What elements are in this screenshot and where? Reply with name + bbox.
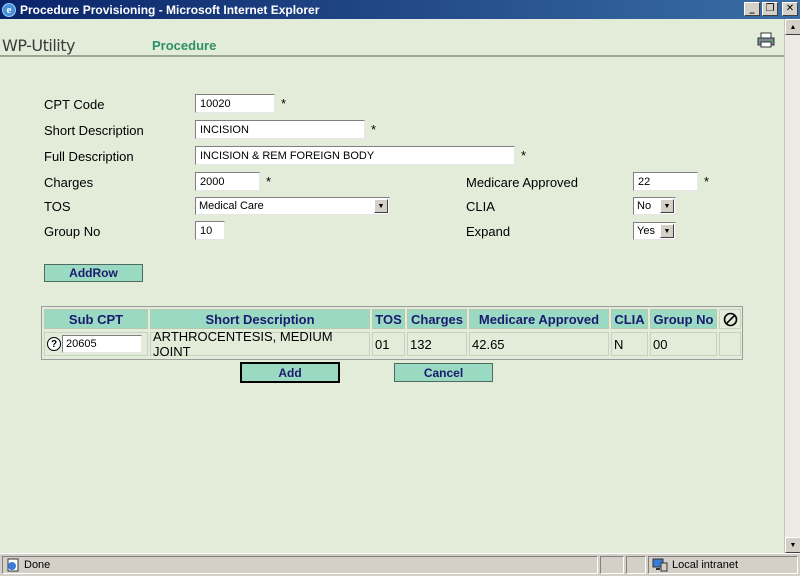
minimize-icon[interactable]: _: [744, 2, 760, 16]
column-header: Group No: [650, 309, 717, 329]
sub-cpt-input[interactable]: 20605: [62, 335, 142, 353]
vertical-scrollbar[interactable]: ▲ ▼: [784, 19, 800, 553]
clia-value: No: [637, 200, 652, 212]
section-title: Procedure: [152, 38, 217, 53]
expand-select[interactable]: Yes ▼: [633, 222, 676, 240]
cpt-code-input[interactable]: 10020: [195, 94, 275, 113]
column-header: Medicare Approved: [469, 309, 609, 329]
window-title: Procedure Provisioning - Microsoft Inter…: [20, 2, 320, 17]
table-cell: N: [611, 332, 648, 356]
help-icon[interactable]: ?: [47, 337, 61, 351]
required-marker: *: [371, 122, 377, 137]
required-marker: *: [281, 96, 287, 111]
status-panel: [600, 556, 624, 574]
group-no-label: Group No: [44, 224, 101, 239]
print-icon[interactable]: [757, 32, 775, 48]
group-no-input[interactable]: 10: [195, 221, 225, 240]
app-name: WP-Utility: [2, 36, 75, 55]
page-header: WP-Utility Procedure: [0, 19, 784, 57]
table-cell: 42.65: [469, 332, 609, 356]
table-cell: ARTHROCENTESIS, MEDIUM JOINT: [150, 329, 370, 359]
short-description-input[interactable]: INCISION: [195, 120, 365, 139]
table-cell: 01: [372, 332, 405, 356]
charges-label: Charges: [44, 175, 94, 190]
cancel-button[interactable]: Cancel: [394, 363, 493, 382]
intranet-icon: [652, 558, 668, 572]
ie-icon: e: [2, 2, 16, 17]
sub-cpt-table: Sub CPT Short Description TOS Charges Me…: [41, 306, 743, 360]
expand-value: Yes: [637, 225, 655, 237]
tos-label: TOS: [44, 199, 71, 214]
zone-cell: Local intranet: [648, 556, 798, 574]
page-icon: [7, 558, 19, 572]
clia-label: CLIA: [466, 199, 495, 214]
medicare-approved-input[interactable]: 22: [633, 172, 698, 191]
full-description-label: Full Description: [44, 149, 134, 164]
column-header: CLIA: [611, 309, 648, 329]
cpt-code-label: CPT Code: [44, 97, 105, 112]
scroll-down-icon[interactable]: ▼: [785, 537, 800, 553]
column-header: Short Description: [150, 309, 370, 329]
required-marker: *: [521, 148, 527, 163]
short-description-label: Short Description: [44, 123, 144, 138]
add-row-button[interactable]: AddRow: [44, 264, 143, 282]
table-cell: 132: [407, 332, 467, 356]
expand-label: Expand: [466, 224, 511, 239]
zone-text: Local intranet: [672, 559, 739, 571]
column-header: TOS: [372, 309, 405, 329]
column-header: Charges: [407, 309, 467, 329]
status-text-cell: Done: [2, 556, 598, 574]
medicare-approved-label: Medicare Approved: [466, 175, 579, 190]
page-content: WP-Utility Procedure CPT Code 10020 * Sh…: [0, 19, 784, 553]
maximize-icon[interactable]: ❐: [762, 2, 778, 16]
chevron-down-icon[interactable]: ▼: [374, 199, 388, 213]
column-header: Sub CPT: [44, 309, 148, 329]
table-cell: 00: [650, 332, 717, 356]
charges-input[interactable]: 2000: [195, 172, 260, 191]
table-cell-empty[interactable]: [719, 332, 741, 356]
required-marker: *: [266, 174, 272, 189]
delete-column-header: [719, 309, 741, 329]
status-text: Done: [24, 559, 51, 571]
status-bar: Done Local intranet: [0, 553, 800, 576]
required-marker: *: [704, 174, 710, 189]
full-description-input[interactable]: INCISION & REM FOREIGN BODY: [195, 146, 515, 165]
scroll-up-icon[interactable]: ▲: [785, 19, 800, 35]
chevron-down-icon[interactable]: ▼: [660, 199, 674, 213]
status-panel: [626, 556, 646, 574]
tos-select[interactable]: Medical Care ▼: [195, 197, 390, 215]
chevron-down-icon[interactable]: ▼: [660, 224, 674, 238]
add-button[interactable]: Add: [240, 362, 340, 383]
clia-select[interactable]: No ▼: [633, 197, 676, 215]
delete-icon[interactable]: [723, 312, 738, 327]
window-title-bar: e Procedure Provisioning - Microsoft Int…: [0, 0, 800, 19]
close-icon[interactable]: ✕: [782, 2, 798, 16]
window-controls: _ ❐ ✕: [744, 2, 798, 16]
table-cell-sub-cpt: ? 20605: [44, 332, 148, 356]
tos-value: Medical Care: [199, 200, 264, 212]
